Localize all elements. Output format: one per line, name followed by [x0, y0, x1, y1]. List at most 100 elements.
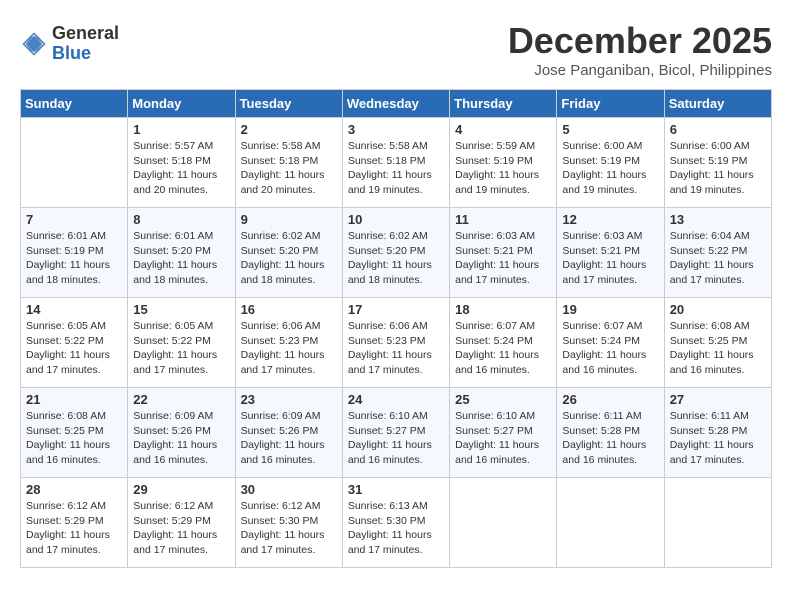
day-number: 26	[562, 392, 658, 407]
week-row-0: 1 Sunrise: 5:57 AM Sunset: 5:18 PM Daylig…	[21, 118, 772, 208]
week-row-3: 21 Sunrise: 6:08 AM Sunset: 5:25 PM Dayli…	[21, 388, 772, 478]
day-info: Sunrise: 5:58 AM Sunset: 5:18 PM Dayligh…	[348, 139, 444, 198]
header-cell-friday: Friday	[557, 90, 664, 118]
day-cell: 11 Sunrise: 6:03 AM Sunset: 5:21 PM Dayli…	[450, 208, 557, 298]
header-cell-saturday: Saturday	[664, 90, 771, 118]
day-info: Sunrise: 6:07 AM Sunset: 5:24 PM Dayligh…	[455, 319, 551, 378]
logo-general: General	[52, 24, 119, 44]
day-info: Sunrise: 6:08 AM Sunset: 5:25 PM Dayligh…	[670, 319, 766, 378]
day-info: Sunrise: 6:02 AM Sunset: 5:20 PM Dayligh…	[348, 229, 444, 288]
header-cell-thursday: Thursday	[450, 90, 557, 118]
day-cell: 3 Sunrise: 5:58 AM Sunset: 5:18 PM Daylig…	[342, 118, 449, 208]
day-cell: 9 Sunrise: 6:02 AM Sunset: 5:20 PM Daylig…	[235, 208, 342, 298]
day-number: 17	[348, 302, 444, 317]
day-cell: 15Sunrise: 6:05 AM Sunset: 5:22 PM Dayli…	[128, 298, 235, 388]
day-cell: 22Sunrise: 6:09 AM Sunset: 5:26 PM Dayli…	[128, 388, 235, 478]
day-info: Sunrise: 6:13 AM Sunset: 5:30 PM Dayligh…	[348, 499, 444, 558]
day-cell	[450, 478, 557, 568]
day-number: 23	[241, 392, 337, 407]
calendar-body: 1 Sunrise: 5:57 AM Sunset: 5:18 PM Daylig…	[21, 118, 772, 568]
day-info: Sunrise: 6:03 AM Sunset: 5:21 PM Dayligh…	[455, 229, 551, 288]
day-info: Sunrise: 6:09 AM Sunset: 5:26 PM Dayligh…	[133, 409, 229, 468]
day-number: 7	[26, 212, 122, 227]
day-number: 11	[455, 212, 551, 227]
day-number: 13	[670, 212, 766, 227]
day-number: 9	[241, 212, 337, 227]
day-number: 24	[348, 392, 444, 407]
day-cell	[664, 478, 771, 568]
day-cell: 6 Sunrise: 6:00 AM Sunset: 5:19 PM Daylig…	[664, 118, 771, 208]
title-block: December 2025 Jose Panganiban, Bicol, Ph…	[508, 20, 772, 79]
day-number: 15	[133, 302, 229, 317]
day-cell: 20Sunrise: 6:08 AM Sunset: 5:25 PM Dayli…	[664, 298, 771, 388]
day-info: Sunrise: 6:11 AM Sunset: 5:28 PM Dayligh…	[670, 409, 766, 468]
day-info: Sunrise: 6:12 AM Sunset: 5:29 PM Dayligh…	[26, 499, 122, 558]
day-number: 18	[455, 302, 551, 317]
day-cell: 30 Sunrise: 6:12 AM Sunset: 5:30 PM Dayli…	[235, 478, 342, 568]
day-number: 1	[133, 122, 229, 137]
day-number: 10	[348, 212, 444, 227]
day-cell: 5 Sunrise: 6:00 AM Sunset: 5:19 PM Daylig…	[557, 118, 664, 208]
day-info: Sunrise: 6:04 AM Sunset: 5:22 PM Dayligh…	[670, 229, 766, 288]
day-cell: 26Sunrise: 6:11 AM Sunset: 5:28 PM Dayli…	[557, 388, 664, 478]
day-cell: 1 Sunrise: 5:57 AM Sunset: 5:18 PM Daylig…	[128, 118, 235, 208]
day-info: Sunrise: 6:09 AM Sunset: 5:26 PM Dayligh…	[241, 409, 337, 468]
day-info: Sunrise: 6:08 AM Sunset: 5:25 PM Dayligh…	[26, 409, 122, 468]
page-header: General Blue December 2025 Jose Panganib…	[20, 20, 772, 79]
day-number: 30	[241, 482, 337, 497]
day-cell: 28Sunrise: 6:12 AM Sunset: 5:29 PM Dayli…	[21, 478, 128, 568]
day-number: 25	[455, 392, 551, 407]
day-info: Sunrise: 6:05 AM Sunset: 5:22 PM Dayligh…	[26, 319, 122, 378]
week-row-4: 28Sunrise: 6:12 AM Sunset: 5:29 PM Dayli…	[21, 478, 772, 568]
location-subtitle: Jose Panganiban, Bicol, Philippines	[508, 62, 772, 79]
day-info: Sunrise: 6:00 AM Sunset: 5:19 PM Dayligh…	[670, 139, 766, 198]
header-row: SundayMondayTuesdayWednesdayThursdayFrid…	[21, 90, 772, 118]
day-number: 5	[562, 122, 658, 137]
day-number: 12	[562, 212, 658, 227]
day-cell: 8Sunrise: 6:01 AM Sunset: 5:20 PM Daylig…	[128, 208, 235, 298]
day-info: Sunrise: 6:01 AM Sunset: 5:19 PM Dayligh…	[26, 229, 122, 288]
day-cell: 2Sunrise: 5:58 AM Sunset: 5:18 PM Daylig…	[235, 118, 342, 208]
day-cell: 29Sunrise: 6:12 AM Sunset: 5:29 PM Dayli…	[128, 478, 235, 568]
day-number: 14	[26, 302, 122, 317]
day-cell: 10 Sunrise: 6:02 AM Sunset: 5:20 PM Dayli…	[342, 208, 449, 298]
day-cell	[21, 118, 128, 208]
logo-blue: Blue	[52, 44, 119, 64]
day-cell: 17 Sunrise: 6:06 AM Sunset: 5:23 PM Dayli…	[342, 298, 449, 388]
day-info: Sunrise: 6:10 AM Sunset: 5:27 PM Dayligh…	[348, 409, 444, 468]
calendar-table: SundayMondayTuesdayWednesdayThursdayFrid…	[20, 89, 772, 568]
day-cell: 12Sunrise: 6:03 AM Sunset: 5:21 PM Dayli…	[557, 208, 664, 298]
day-cell: 4Sunrise: 5:59 AM Sunset: 5:19 PM Daylig…	[450, 118, 557, 208]
day-info: Sunrise: 6:00 AM Sunset: 5:19 PM Dayligh…	[562, 139, 658, 198]
day-number: 21	[26, 392, 122, 407]
day-info: Sunrise: 6:12 AM Sunset: 5:30 PM Dayligh…	[241, 499, 337, 558]
month-title: December 2025	[508, 20, 772, 62]
day-number: 3	[348, 122, 444, 137]
logo-icon	[20, 30, 48, 58]
calendar-header: SundayMondayTuesdayWednesdayThursdayFrid…	[21, 90, 772, 118]
day-cell	[557, 478, 664, 568]
week-row-1: 7 Sunrise: 6:01 AM Sunset: 5:19 PM Daylig…	[21, 208, 772, 298]
logo-text: General Blue	[52, 24, 119, 64]
day-info: Sunrise: 6:06 AM Sunset: 5:23 PM Dayligh…	[348, 319, 444, 378]
day-cell: 24 Sunrise: 6:10 AM Sunset: 5:27 PM Dayli…	[342, 388, 449, 478]
day-info: Sunrise: 6:02 AM Sunset: 5:20 PM Dayligh…	[241, 229, 337, 288]
day-info: Sunrise: 6:10 AM Sunset: 5:27 PM Dayligh…	[455, 409, 551, 468]
day-number: 27	[670, 392, 766, 407]
day-cell: 7 Sunrise: 6:01 AM Sunset: 5:19 PM Daylig…	[21, 208, 128, 298]
day-info: Sunrise: 5:57 AM Sunset: 5:18 PM Dayligh…	[133, 139, 229, 198]
day-cell: 27 Sunrise: 6:11 AM Sunset: 5:28 PM Dayli…	[664, 388, 771, 478]
header-cell-monday: Monday	[128, 90, 235, 118]
day-number: 19	[562, 302, 658, 317]
day-number: 6	[670, 122, 766, 137]
day-cell: 25 Sunrise: 6:10 AM Sunset: 5:27 PM Dayli…	[450, 388, 557, 478]
day-cell: 21 Sunrise: 6:08 AM Sunset: 5:25 PM Dayli…	[21, 388, 128, 478]
day-number: 16	[241, 302, 337, 317]
day-info: Sunrise: 6:01 AM Sunset: 5:20 PM Dayligh…	[133, 229, 229, 288]
day-number: 31	[348, 482, 444, 497]
day-cell: 18 Sunrise: 6:07 AM Sunset: 5:24 PM Dayli…	[450, 298, 557, 388]
day-number: 29	[133, 482, 229, 497]
day-cell: 14 Sunrise: 6:05 AM Sunset: 5:22 PM Dayli…	[21, 298, 128, 388]
day-info: Sunrise: 5:59 AM Sunset: 5:19 PM Dayligh…	[455, 139, 551, 198]
day-cell: 13 Sunrise: 6:04 AM Sunset: 5:22 PM Dayli…	[664, 208, 771, 298]
